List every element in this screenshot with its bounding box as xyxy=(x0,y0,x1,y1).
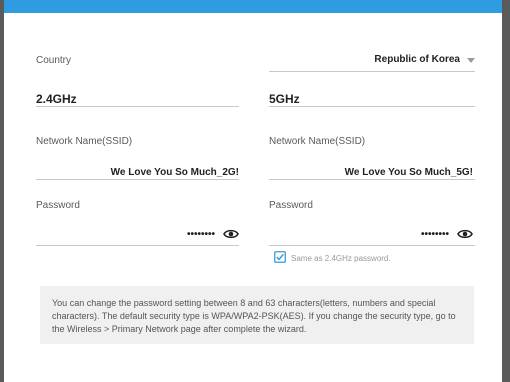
dialog-header-bar xyxy=(4,0,502,13)
band-24-password-mask: •••••••• xyxy=(186,229,215,240)
band-24-ssid-label: Network Name(SSID) xyxy=(36,136,133,147)
band-5-password-label: Password xyxy=(269,200,313,211)
band-5-heading: 5GHz xyxy=(269,92,300,106)
band-24-heading: 2.4GHz xyxy=(36,92,77,106)
band-24-heading-underline xyxy=(36,106,239,107)
country-label: Country xyxy=(36,55,72,66)
eye-icon[interactable] xyxy=(223,228,239,240)
band-5-ssid-value: We Love You So Much_5G! xyxy=(344,167,473,178)
band-24-password-label: Password xyxy=(36,200,80,211)
country-select[interactable]: Republic of Korea xyxy=(269,50,475,72)
band-5-heading-underline xyxy=(269,106,475,107)
same-password-label: Same as 2.4GHz password. xyxy=(291,254,391,263)
band-24-password-underline xyxy=(36,245,239,246)
band-5-ssid-underline xyxy=(269,179,475,180)
eye-icon[interactable] xyxy=(457,228,473,240)
setup-wizard-dialog: Country Republic of Korea 2.4GHz 5GHz Ne… xyxy=(4,0,502,382)
band-5-ssid-label: Network Name(SSID) xyxy=(269,136,366,147)
band-24-ssid-underline xyxy=(36,179,239,180)
band-24-ssid-input[interactable]: We Love You So Much_2G! xyxy=(36,160,239,180)
band-5-password-underline xyxy=(269,245,475,246)
band-5-password-mask: •••••••• xyxy=(420,229,449,240)
chevron-down-icon xyxy=(467,58,475,63)
country-value: Republic of Korea xyxy=(374,54,460,65)
password-info-notice: You can change the password setting betw… xyxy=(40,286,474,344)
band-24-ssid-value: We Love You So Much_2G! xyxy=(110,167,239,178)
band-5-password-input[interactable]: •••••••• xyxy=(269,224,475,246)
country-underline xyxy=(269,71,475,72)
same-password-checkbox[interactable] xyxy=(274,251,286,263)
band-24-password-input[interactable]: •••••••• xyxy=(36,224,239,246)
band-5-ssid-input[interactable]: We Love You So Much_5G! xyxy=(269,160,475,180)
